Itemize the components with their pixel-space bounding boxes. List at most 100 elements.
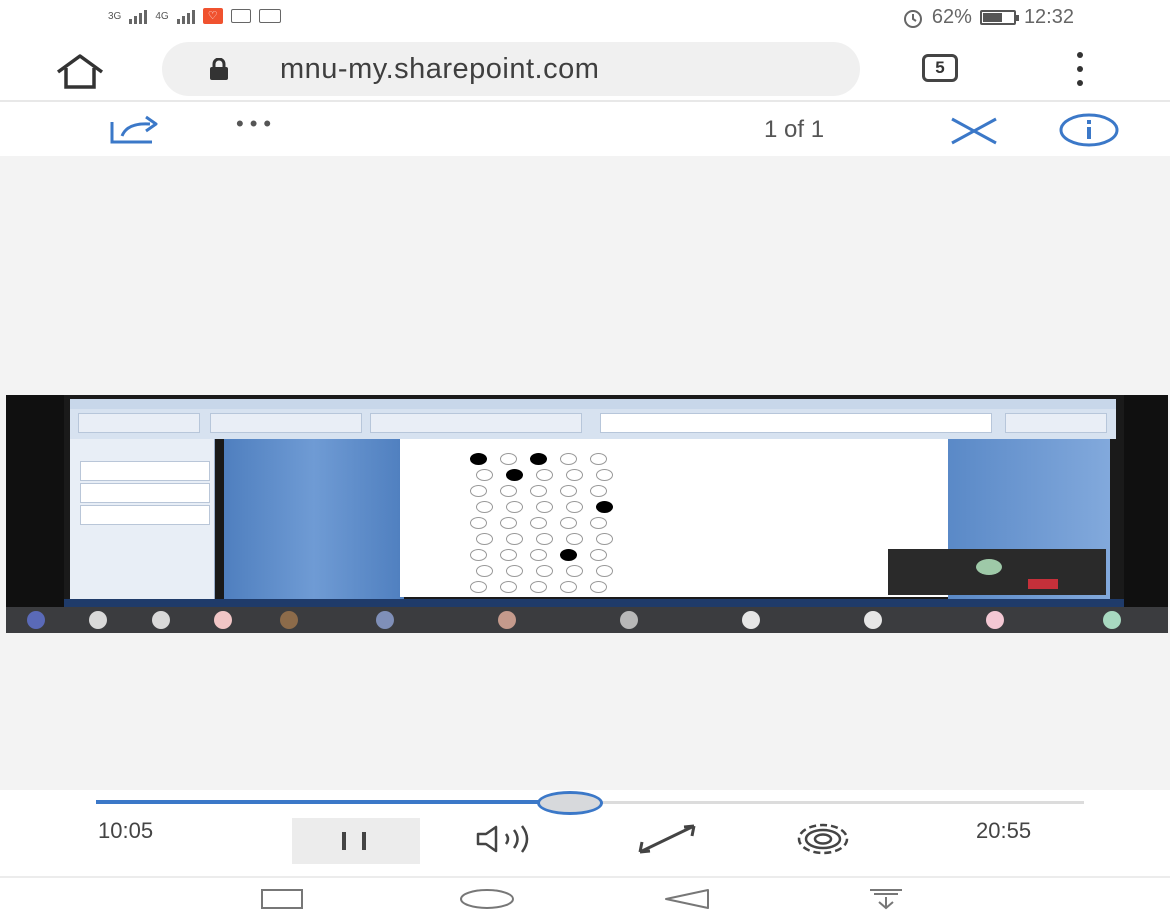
notifications-icon: [870, 889, 902, 910]
home-icon: [56, 54, 104, 89]
network-1-label: 3G: [108, 10, 122, 22]
close-button[interactable]: [948, 116, 1000, 146]
participant-avatar: [986, 611, 1004, 629]
volume-icon: [476, 825, 529, 853]
pause-button[interactable]: [292, 818, 420, 864]
storage-icon: [258, 9, 281, 23]
answer-bubble: [590, 581, 607, 593]
menu-dots-icon[interactable]: [1070, 52, 1090, 86]
fullscreen-icon: [638, 824, 696, 854]
participant-avatar: [620, 611, 638, 629]
fullscreen-button[interactable]: [634, 822, 700, 856]
answer-bubble: [596, 565, 613, 577]
answer-bubble: [560, 581, 577, 593]
document-recovery-pane: [70, 439, 215, 599]
answer-bubble: [476, 565, 493, 577]
video-frame-content: [64, 395, 1124, 609]
answer-bubble: [530, 517, 547, 529]
participant-tile[interactable]: [6, 607, 67, 633]
answer-bubble: [506, 533, 523, 545]
back-button[interactable]: [660, 888, 716, 910]
home-nav-button[interactable]: [458, 888, 516, 910]
answer-bubble: [500, 549, 517, 561]
participants-strip: [6, 607, 1168, 633]
share-icon: [110, 115, 158, 144]
answer-bubble: [500, 517, 517, 529]
participant-tile[interactable]: [130, 607, 193, 633]
answer-bubble: [560, 517, 577, 529]
answer-bubble: [536, 469, 553, 481]
participant-tile[interactable]: [690, 607, 813, 633]
answer-bubble: [470, 517, 487, 529]
answer-bubble: [566, 533, 583, 545]
address-bar[interactable]: mnu-my.sharepoint.com: [162, 42, 860, 96]
document-page: [400, 439, 948, 597]
browser-toolbar: mnu-my.sharepoint.com 5: [0, 36, 1170, 102]
word-ribbon: [70, 399, 1116, 439]
video-player[interactable]: [6, 395, 1168, 633]
viewer-toolbar: ••• 1 of 1: [0, 102, 1170, 156]
clock: 12:32: [1023, 6, 1074, 28]
info-icon: [1059, 113, 1119, 147]
answer-bubble: [506, 469, 523, 481]
tab-count: 5: [935, 58, 945, 77]
answer-bubble: [500, 485, 517, 497]
participant-tile[interactable]: [192, 607, 255, 633]
home-icon: [460, 889, 514, 909]
page-count: 1 of 1: [764, 116, 825, 143]
participant-tile[interactable]: [254, 607, 325, 633]
participant-avatar: [376, 611, 394, 629]
answer-bubble: [536, 533, 553, 545]
answer-bubble: [530, 453, 547, 465]
answer-bubble: [596, 469, 613, 481]
participant-avatar: [152, 611, 170, 629]
share-button[interactable]: [106, 114, 176, 146]
answer-bubble: [590, 485, 607, 497]
close-icon: [951, 117, 997, 145]
battery-icon: [979, 10, 1019, 25]
info-button[interactable]: [1058, 112, 1120, 148]
answer-bubble: [560, 485, 577, 497]
status-bar: 3G 4G ♡ 62% 12:32: [0, 0, 1170, 36]
seek-thumb[interactable]: [537, 791, 604, 815]
answer-bubble: [470, 581, 487, 593]
participant-tile[interactable]: [568, 607, 691, 633]
answer-bubble: [560, 453, 577, 465]
participant-tile[interactable]: [446, 607, 569, 633]
more-button[interactable]: •••: [236, 113, 296, 135]
recents-button[interactable]: [258, 888, 306, 910]
url-text: mnu-my.sharepoint.com: [280, 53, 600, 85]
status-right: 62% 12:32: [902, 6, 1074, 29]
home-button[interactable]: [52, 52, 108, 90]
participant-tile[interactable]: [934, 607, 1057, 633]
current-time: 10:05: [98, 818, 154, 843]
settings-icon: [797, 823, 849, 855]
recents-icon: [261, 889, 303, 909]
alarm-icon: [903, 9, 922, 28]
participant-avatar: [89, 611, 107, 629]
participant-tile[interactable]: [324, 607, 447, 633]
signal-icon: [129, 8, 148, 24]
participant-avatar: [498, 611, 516, 629]
participant-avatar: [27, 611, 45, 629]
participant-avatar: [1103, 611, 1121, 629]
answer-bubble: [500, 453, 517, 465]
answer-bubble: [566, 469, 583, 481]
answer-bubble: [536, 565, 553, 577]
answer-bubble: [530, 581, 547, 593]
tabs-button[interactable]: 5: [922, 54, 958, 82]
answer-bubble: [590, 549, 607, 561]
settings-button[interactable]: [790, 822, 856, 856]
notifications-button[interactable]: [866, 888, 906, 910]
volume-button[interactable]: [474, 824, 550, 854]
participant-tile[interactable]: [66, 607, 131, 633]
answer-bubble: [566, 501, 583, 513]
answer-bubble: [566, 565, 583, 577]
answer-bubble: [476, 469, 493, 481]
participant-tile[interactable]: [812, 607, 935, 633]
participant-tile[interactable]: [1056, 607, 1168, 633]
answer-bubble: [530, 549, 547, 561]
back-icon: [665, 889, 709, 909]
system-nav-bar: [0, 876, 1170, 915]
signal-icon: [176, 8, 195, 24]
